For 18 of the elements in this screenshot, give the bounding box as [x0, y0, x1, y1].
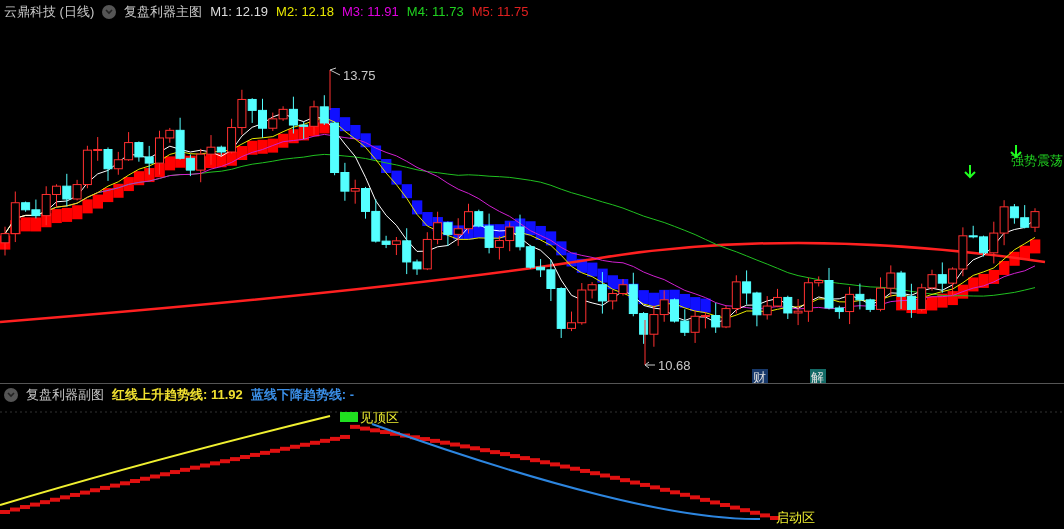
- ma-reading: M3: 11.91: [341, 3, 399, 22]
- dropdown-icon[interactable]: [4, 388, 18, 402]
- ma-reading: M4: 11.73: [406, 3, 464, 22]
- dropdown-icon[interactable]: [102, 5, 117, 19]
- trend-reading: 蓝线下降趋势线: -: [250, 386, 355, 405]
- event-marker[interactable]: 解: [810, 369, 826, 383]
- ma-reading: M5: 11.75: [471, 3, 529, 22]
- top-zone-label: 见顶区: [340, 410, 399, 425]
- stock-title: 云鼎科技 (日线): [4, 3, 95, 22]
- indicator-name: 复盘利器主图: [124, 3, 203, 22]
- start-zone-label: 启动区: [776, 510, 815, 525]
- event-marker[interactable]: 财: [752, 369, 768, 383]
- indicator-name: 复盘利器副图: [26, 386, 104, 405]
- ma-reading: M1: 12.19: [210, 3, 269, 22]
- down-arrow-icon: [964, 164, 976, 179]
- signal-label: 强势震荡: [1011, 154, 1063, 168]
- trend-reading: 红线上升趋势线: 11.92: [112, 386, 243, 405]
- ma-reading: M2: 12.18: [276, 3, 334, 22]
